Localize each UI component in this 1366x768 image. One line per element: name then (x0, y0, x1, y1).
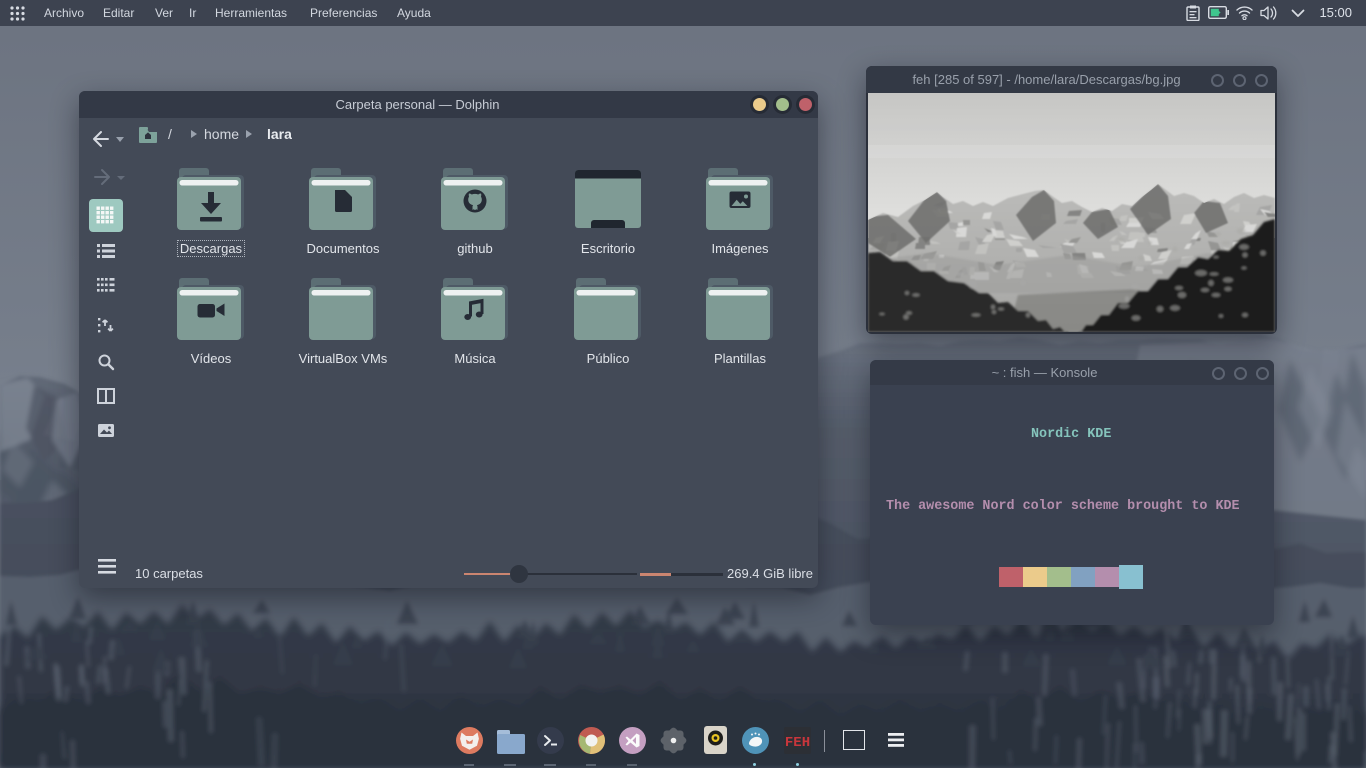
svg-text:FEH: FEH (785, 735, 810, 751)
